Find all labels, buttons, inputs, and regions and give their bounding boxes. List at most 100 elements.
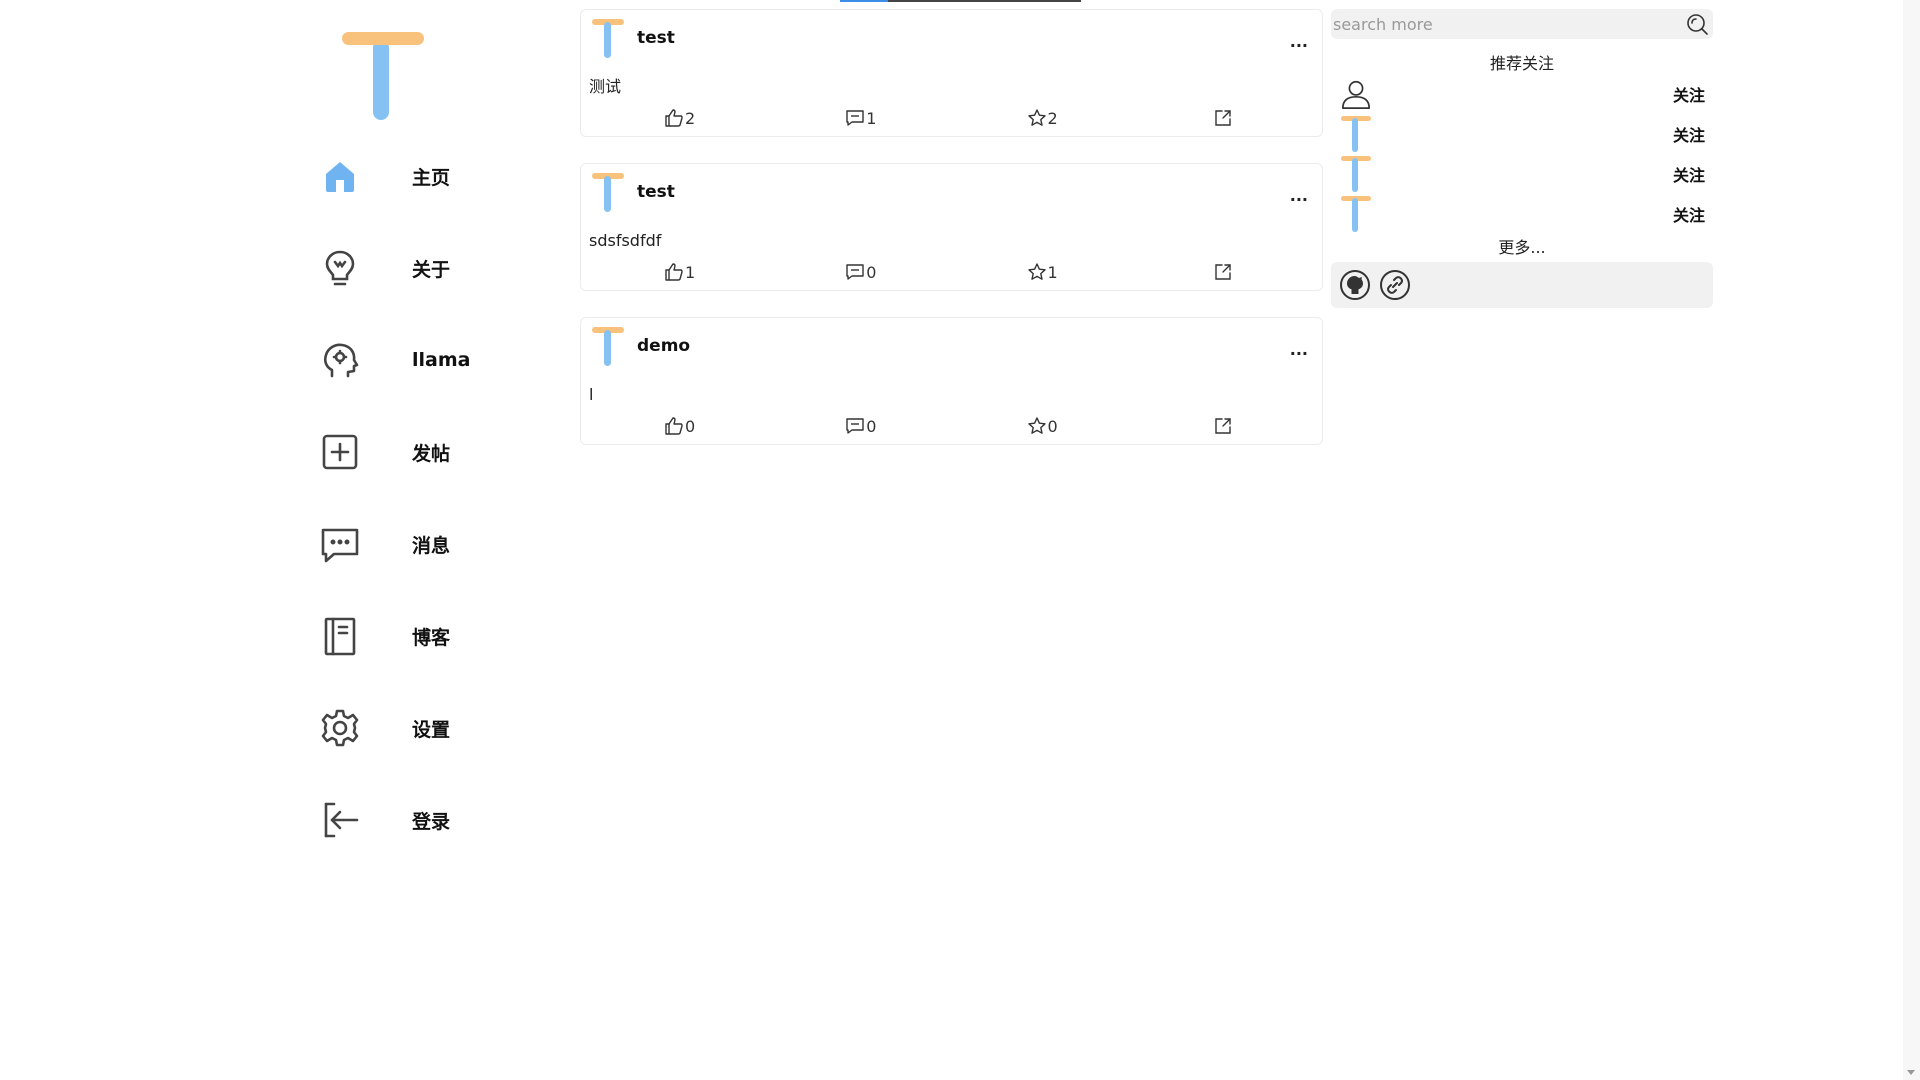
sidebar-item-llama[interactable]: llama xyxy=(310,314,490,406)
more-recommend-link[interactable]: 更多... xyxy=(1331,234,1713,257)
search-icon[interactable] xyxy=(1685,12,1709,36)
comment-button[interactable]: 1 xyxy=(770,108,951,128)
favorite-count: 2 xyxy=(1047,108,1058,128)
post-author[interactable]: demo xyxy=(637,336,690,356)
post-feed: test ... 测试 2 1 2 test ... sdsfsdfdf 1 0… xyxy=(580,9,1323,471)
author-avatar[interactable] xyxy=(589,324,627,368)
follow-button[interactable]: 关注 xyxy=(1673,162,1705,186)
post-actions: 2 1 2 xyxy=(589,100,1314,136)
author-avatar[interactable] xyxy=(589,170,627,214)
share-button[interactable] xyxy=(1133,262,1314,282)
right-sidebar: 推荐关注 关注 关注 关注 xyxy=(1331,9,1713,308)
sidebar-item-label: 关于 xyxy=(412,258,451,281)
page-scrollbar[interactable] xyxy=(1903,0,1920,1080)
like-count: 2 xyxy=(685,108,696,128)
notebook-icon xyxy=(310,606,370,666)
like-button[interactable]: 0 xyxy=(589,416,770,436)
favorite-count: 0 xyxy=(1047,416,1058,436)
follow-button[interactable]: 关注 xyxy=(1673,82,1705,106)
more-options-button[interactable]: ... xyxy=(1290,340,1308,359)
home-icon xyxy=(310,146,370,206)
share-button[interactable] xyxy=(1133,108,1314,128)
sidebar-item-label: 主页 xyxy=(412,166,451,189)
post-content[interactable]: l xyxy=(589,382,1314,408)
sidebar-item-label: 登录 xyxy=(412,810,451,833)
recommend-item: 关注 xyxy=(1331,74,1713,114)
comment-count: 1 xyxy=(866,108,877,128)
like-button[interactable]: 1 xyxy=(589,262,770,282)
author-avatar[interactable] xyxy=(589,16,627,60)
favorite-button[interactable]: 2 xyxy=(952,108,1133,128)
recommend-item: 关注 xyxy=(1331,154,1713,194)
t-logo-avatar[interactable] xyxy=(1339,114,1373,154)
sidebar-item-messages[interactable]: 消息 xyxy=(310,498,490,590)
post-content[interactable]: 测试 xyxy=(589,74,1314,100)
thumbs-up-icon xyxy=(665,417,683,435)
external-link-icon xyxy=(1215,418,1232,434)
follow-button[interactable]: 关注 xyxy=(1673,202,1705,226)
user-outline-icon[interactable] xyxy=(1339,74,1373,114)
external-link-icon xyxy=(1215,264,1232,280)
comment-button[interactable]: 0 xyxy=(770,416,951,436)
sidebar-item-about[interactable]: 关于 xyxy=(310,222,490,314)
star-icon xyxy=(1027,417,1046,434)
t-logo-avatar[interactable] xyxy=(1339,194,1373,234)
sidebar-item-label: 博客 xyxy=(412,626,451,649)
post-author[interactable]: test xyxy=(637,28,675,48)
login-icon xyxy=(310,790,370,850)
post-author[interactable]: test xyxy=(637,182,675,202)
comment-icon xyxy=(846,418,864,434)
sidebar-item-label: llama xyxy=(412,349,471,371)
comment-count: 0 xyxy=(866,262,877,282)
page: 主页 关于 llama 发帖 消息 博客 设置 登录 test ... 测试 2… xyxy=(0,0,1920,1080)
post-card[interactable]: test ... 测试 2 1 2 xyxy=(580,9,1323,137)
star-icon xyxy=(1027,263,1046,280)
search-box xyxy=(1331,9,1713,39)
comment-icon xyxy=(846,264,864,280)
comment-button[interactable]: 0 xyxy=(770,262,951,282)
recommend-title: 推荐关注 xyxy=(1489,54,1554,73)
sidebar-item-blog[interactable]: 博客 xyxy=(310,590,490,682)
sidebar-item-post[interactable]: 发帖 xyxy=(310,406,490,498)
message-icon xyxy=(310,514,370,574)
sidebar-item-label: 设置 xyxy=(412,718,451,741)
site-logo[interactable] xyxy=(335,30,427,122)
comment-icon xyxy=(846,110,864,126)
favorite-button[interactable]: 1 xyxy=(952,262,1133,282)
follow-button[interactable]: 关注 xyxy=(1673,122,1705,146)
post-content[interactable]: sdsfsdfdf xyxy=(589,228,1314,254)
more-options-button[interactable]: ... xyxy=(1290,186,1308,205)
t-logo-avatar[interactable] xyxy=(1339,154,1373,194)
like-button[interactable]: 2 xyxy=(589,108,770,128)
sidebar-item-home[interactable]: 主页 xyxy=(310,130,490,222)
post-header: demo ... xyxy=(589,318,1314,374)
post-actions: 1 0 1 xyxy=(589,254,1314,290)
sidebar-item-settings[interactable]: 设置 xyxy=(310,682,490,774)
plus-square-icon xyxy=(310,422,370,482)
favorite-count: 1 xyxy=(1047,262,1058,282)
github-icon[interactable] xyxy=(1339,269,1371,301)
recommend-item: 关注 xyxy=(1331,114,1713,154)
thumbs-up-icon xyxy=(665,109,683,127)
link-icon[interactable] xyxy=(1379,269,1411,301)
external-link-icon xyxy=(1215,110,1232,126)
gear-icon xyxy=(310,698,370,758)
scroll-down-arrow[interactable] xyxy=(1907,1070,1915,1075)
sidebar-item-login[interactable]: 登录 xyxy=(310,774,490,866)
sidebar-item-label: 发帖 xyxy=(412,442,451,465)
feed-tab-indicator-active xyxy=(840,0,888,2)
favorite-button[interactable]: 0 xyxy=(952,416,1133,436)
share-button[interactable] xyxy=(1133,416,1314,436)
like-count: 1 xyxy=(685,262,696,282)
sidebar-nav: 主页 关于 llama 发帖 消息 博客 设置 登录 xyxy=(310,130,490,866)
post-card[interactable]: test ... sdsfsdfdf 1 0 1 xyxy=(580,163,1323,291)
post-header: test ... xyxy=(589,10,1314,66)
post-card[interactable]: demo ... l 0 0 0 xyxy=(580,317,1323,445)
recommend-item: 关注 xyxy=(1331,194,1713,234)
search-input[interactable] xyxy=(1331,9,1713,39)
more-options-button[interactable]: ... xyxy=(1290,32,1308,51)
external-links xyxy=(1331,262,1713,308)
like-count: 0 xyxy=(685,416,696,436)
brain-head-icon xyxy=(310,330,370,390)
comment-count: 0 xyxy=(866,416,877,436)
